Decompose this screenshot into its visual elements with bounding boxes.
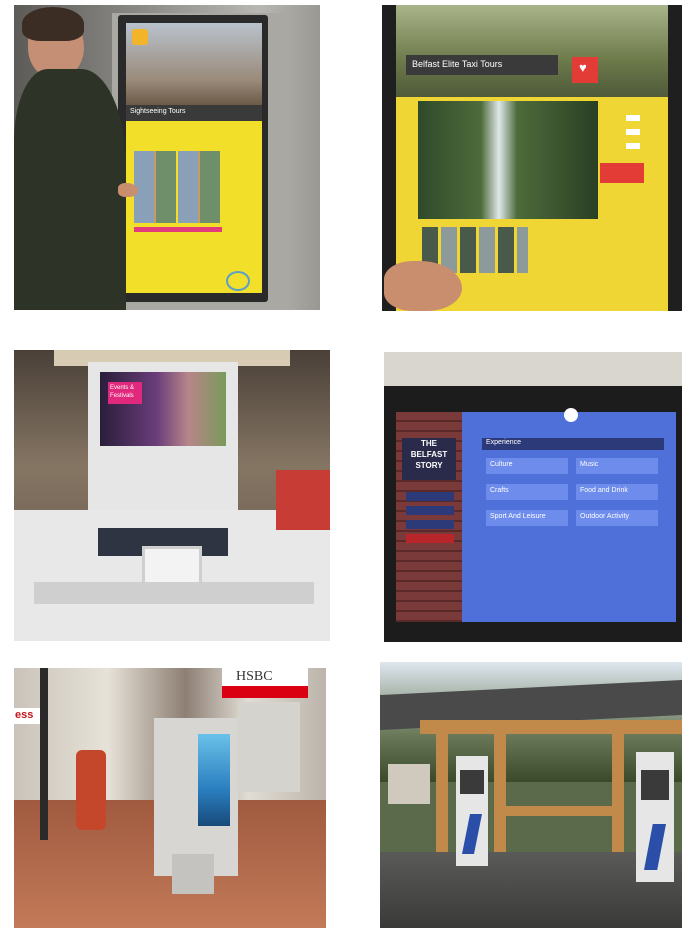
sidebar-menu-item-selected [406, 534, 454, 543]
photo-street-kiosk: ess HSBC [14, 668, 326, 928]
category-cell: Food and Drink [576, 484, 658, 500]
display-board [388, 764, 430, 804]
title-line3: STORY [415, 461, 443, 470]
title-line1: THE [421, 439, 437, 448]
heart-icon: ♥ [579, 60, 587, 75]
wooden-railing [502, 806, 614, 816]
photo-taxi-tour-screen: Belfast Elite Taxi Tours ♥ [382, 5, 682, 311]
screen-heading: Belfast Elite Taxi Tours [412, 59, 503, 69]
waterfall-photo [418, 101, 598, 219]
kiosk-top-panel [384, 352, 682, 386]
title-line2: BELFAST [410, 450, 448, 459]
screen-title-bar: Sightseeing Tours [126, 105, 262, 121]
brick-sidebar: THE BELFAST STORY [396, 412, 462, 622]
category-label: Culture [490, 461, 513, 468]
category-cell: Outdoor Activity [576, 510, 658, 526]
wooden-post-center [494, 728, 506, 862]
red-shopfront [276, 470, 330, 530]
experience-banner: Experience [482, 438, 664, 450]
bank-window [238, 702, 300, 792]
sidebar-menu-item [406, 506, 454, 515]
photo-shelter-kiosks [380, 662, 682, 928]
kiosk-screen [641, 770, 669, 800]
sidebar-menu-item [406, 492, 454, 501]
book-now-button [600, 163, 644, 183]
pointing-finger [384, 261, 462, 311]
shop-sign-text: ess [15, 709, 34, 721]
kiosk-pedestal [172, 854, 214, 894]
photo-belfast-story: THE BELFAST STORY Experience Culture Mus… [384, 352, 682, 642]
favourite-badge: ♥ [572, 57, 598, 83]
info-kiosk-left [456, 756, 488, 866]
poster-bin [76, 750, 106, 830]
screen-pink-bar [134, 227, 222, 232]
belfast-story-title: THE BELFAST STORY [402, 438, 456, 480]
kiosk-screen [198, 734, 230, 826]
wooden-post-left [436, 726, 448, 862]
photo-kiosk-user: Sightseeing Tours [14, 5, 320, 310]
man-hand [118, 183, 138, 197]
experience-label: Experience [486, 439, 522, 446]
category-cell: Culture [486, 458, 568, 474]
screen-heading: Sightseeing Tours [130, 108, 186, 115]
counter-base [34, 582, 314, 604]
side-icons [626, 115, 640, 155]
lamp-post [40, 668, 48, 840]
photo-mall-kiosk: Events & Festivals [14, 350, 330, 641]
tablet-stand [142, 546, 202, 586]
shop-sign: ess [14, 708, 40, 724]
wooden-post-right [612, 730, 624, 866]
category-cell: Music [576, 458, 658, 474]
bank-red-stripe [222, 686, 308, 698]
events-heading: Events & Festivals [110, 385, 135, 399]
bank-sign: HSBC [222, 668, 308, 686]
screen-thumbnail-grid [134, 151, 222, 223]
man-jacket [14, 69, 126, 310]
screen-title-bar: Belfast Elite Taxi Tours [406, 55, 558, 75]
man-hair [22, 7, 84, 41]
kiosk-screen: Sightseeing Tours [126, 23, 262, 293]
info-i-icon [644, 824, 666, 870]
category-label: Music [580, 461, 599, 468]
roof-beam [420, 720, 682, 734]
kiosk-screen [460, 770, 484, 794]
category-label: Crafts [490, 487, 509, 494]
info-i-icon [462, 814, 482, 854]
category-cell: Sport And Leisure [486, 510, 568, 526]
blue-screen: THE BELFAST STORY Experience Culture Mus… [396, 412, 676, 622]
kiosk-main-screen: Events & Festivals [100, 372, 226, 446]
screen-header-image [396, 5, 668, 97]
light-reflection [564, 408, 578, 422]
info-kiosk-right [636, 752, 674, 882]
sidebar-menu-item [406, 520, 454, 529]
screen-footer-logo [226, 271, 250, 291]
category-cell: Crafts [486, 484, 568, 500]
category-label: Sport And Leisure [490, 513, 546, 520]
category-label: Outdoor Activity [580, 513, 630, 520]
category-label: Food and Drink [580, 487, 628, 494]
events-banner: Events & Festivals [108, 382, 142, 404]
bank-sign-text: HSBC [236, 669, 273, 684]
screen-logo [132, 29, 148, 45]
